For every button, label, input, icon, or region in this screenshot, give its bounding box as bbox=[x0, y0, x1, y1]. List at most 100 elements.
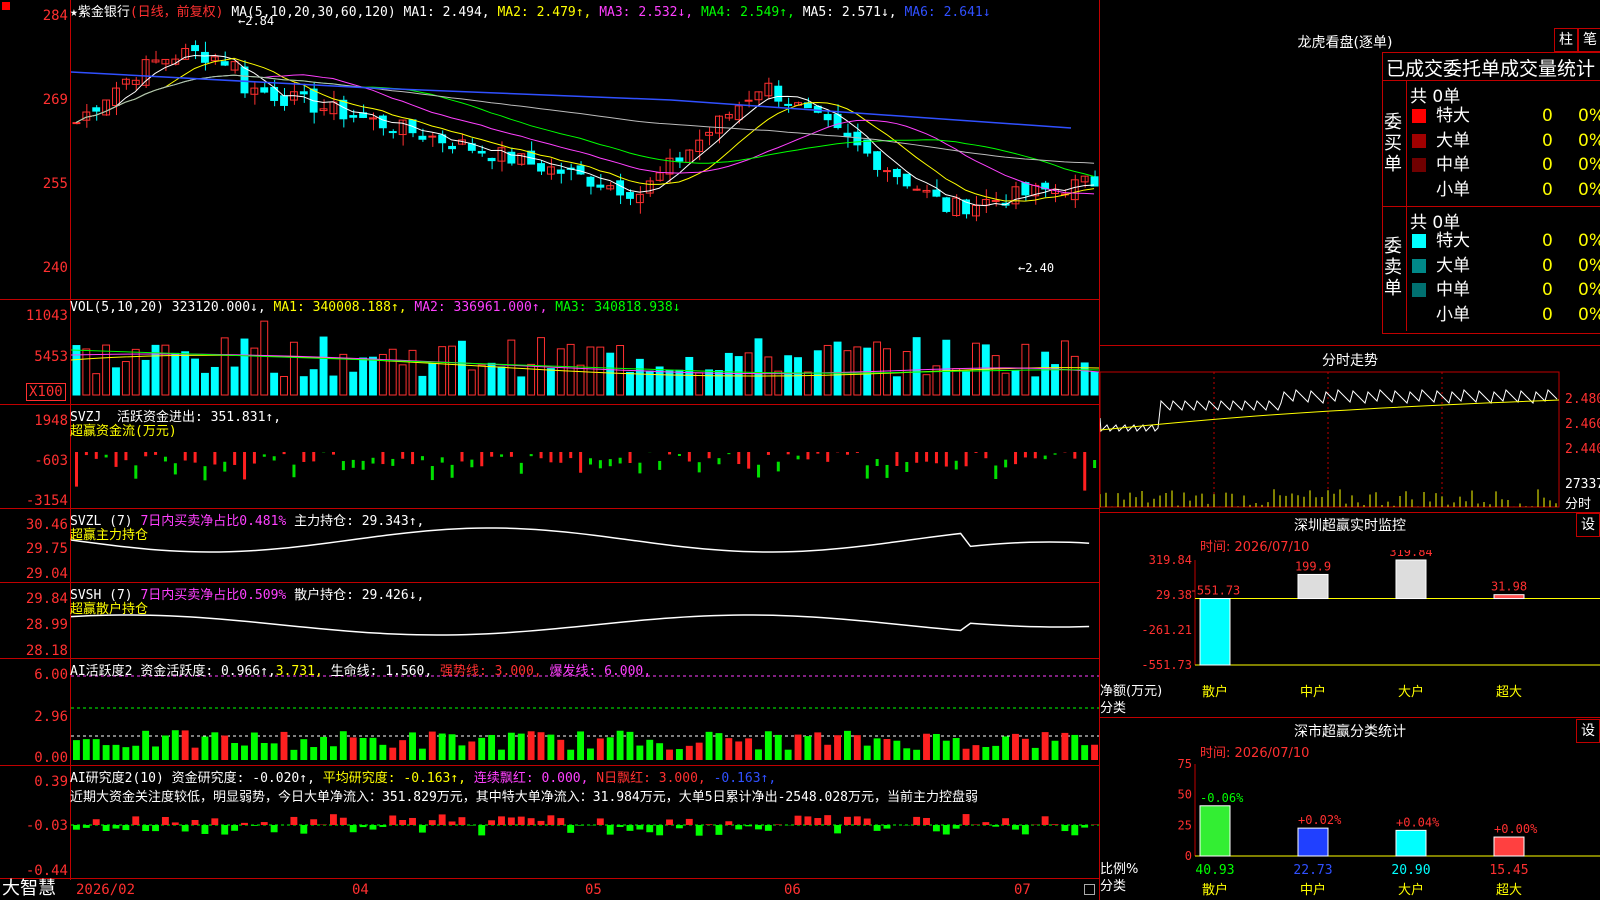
monitor-category: 超大 bbox=[1496, 685, 1522, 700]
activity-bar bbox=[250, 732, 258, 760]
research-bar bbox=[488, 820, 496, 825]
flow-bar bbox=[658, 460, 662, 470]
stats-change: +0.00% bbox=[1494, 822, 1538, 836]
candle bbox=[626, 192, 634, 199]
activity-bar bbox=[1012, 733, 1019, 760]
buy-orders-label: 委买单 bbox=[1384, 112, 1402, 175]
candlestick-chart[interactable] bbox=[71, 0, 1099, 880]
activity-bar bbox=[764, 731, 772, 760]
intraday-chart[interactable] bbox=[1100, 370, 1600, 510]
candle bbox=[1021, 182, 1030, 196]
research-bar bbox=[844, 816, 851, 825]
research-bar bbox=[675, 825, 683, 829]
intraday-vol-unit: 分时 bbox=[1565, 497, 1592, 512]
flow-bar bbox=[351, 459, 355, 468]
stats-settings-button[interactable]: 设 bbox=[1576, 719, 1600, 743]
volume-bar bbox=[201, 372, 209, 396]
volume-bar bbox=[873, 341, 882, 396]
flow-bar bbox=[361, 460, 365, 470]
volume-bar bbox=[289, 341, 298, 396]
flow-bar bbox=[500, 454, 504, 457]
volume-bar bbox=[319, 336, 328, 396]
research-bar bbox=[764, 825, 772, 831]
flow-bar bbox=[677, 453, 681, 456]
volume-bar bbox=[922, 374, 931, 396]
order-pct: 0% bbox=[1578, 106, 1600, 126]
research-bar bbox=[952, 825, 960, 829]
flow-bar bbox=[430, 466, 434, 481]
activity-bar bbox=[675, 749, 683, 760]
stats-bar-chart[interactable]: 75 50 25 0 -0.06% 40.93 散户 +0.02% 22.73 中户 +0.04% 2… bbox=[1100, 756, 1600, 900]
main-chart-area[interactable]: ★紫金银行(日线，前复权) MA(5,10,20,30,60,120) MA1:… bbox=[0, 0, 1100, 900]
activity-bar bbox=[942, 740, 950, 760]
research-bar bbox=[804, 816, 812, 825]
candle bbox=[191, 45, 200, 52]
flow-bar bbox=[529, 454, 533, 457]
flow-bar bbox=[865, 465, 869, 479]
tick-mode-button[interactable]: 笔 bbox=[1578, 28, 1600, 52]
flow-bar bbox=[737, 452, 741, 465]
bar-mode-button[interactable]: 柱 bbox=[1554, 28, 1578, 52]
candle bbox=[448, 145, 457, 150]
date-tick: 2026/02 bbox=[76, 882, 136, 898]
volume-bar bbox=[685, 356, 694, 396]
stats-ytick: 25 bbox=[1178, 818, 1192, 832]
volume-bar bbox=[546, 368, 555, 396]
activity-bar bbox=[349, 737, 357, 760]
volume-bar bbox=[141, 359, 150, 396]
research-bar bbox=[794, 815, 802, 825]
volume-bar bbox=[596, 346, 605, 396]
vol-title: VOL(5,10,20) bbox=[70, 300, 164, 315]
high-note-value: 2.84 bbox=[245, 14, 275, 28]
vol-unit[interactable]: X100 bbox=[26, 383, 66, 401]
order-row: 中单 0 0% bbox=[1412, 153, 1600, 177]
activity-bar bbox=[379, 744, 387, 760]
ma-list: MA1: 2.494, MA2: 2.479↑, MA3: 2.532↓, MA… bbox=[404, 5, 991, 20]
flow-bar bbox=[628, 452, 632, 463]
volume-bar bbox=[191, 358, 200, 396]
ai-research-title: AI研究度2(10) bbox=[70, 771, 164, 786]
research-bar bbox=[161, 816, 169, 825]
volume-bar bbox=[754, 338, 763, 396]
ai-active-label5: 爆发线: 6.000, bbox=[549, 664, 652, 679]
activity-bar bbox=[923, 733, 930, 760]
volume-bar bbox=[981, 344, 990, 396]
monitor-category: 散户 bbox=[1202, 684, 1228, 700]
svzj-ytick: -603 bbox=[34, 453, 68, 469]
activity-bar bbox=[221, 735, 229, 760]
corner-marker bbox=[2, 2, 10, 10]
activity-bar bbox=[863, 745, 871, 760]
activity-bar bbox=[102, 745, 110, 760]
activity-bar bbox=[656, 743, 664, 760]
research-bar bbox=[932, 825, 940, 832]
candle bbox=[477, 150, 486, 154]
order-count: 0 bbox=[1542, 106, 1553, 126]
activity-bar bbox=[774, 734, 782, 760]
monitor-bar-chart[interactable]: 319.84 29.38 -261.21 -551.73 -551.73 散户 199.9 中… bbox=[1100, 550, 1600, 715]
flow-bar bbox=[875, 459, 879, 467]
lock-icon[interactable] bbox=[1084, 884, 1095, 895]
research-bar bbox=[1071, 825, 1079, 836]
flow-bar bbox=[262, 454, 266, 457]
research-bar bbox=[339, 817, 347, 825]
brand-logo[interactable]: 大智慧 bbox=[2, 878, 56, 900]
candle bbox=[616, 180, 625, 196]
divider bbox=[1382, 206, 1600, 207]
monitor-settings-button[interactable]: 设 bbox=[1576, 513, 1600, 537]
activity-bar bbox=[834, 735, 841, 760]
ma-value-3: MA3: 2.532↓, bbox=[599, 5, 701, 20]
ai-active-label2: 3.731, bbox=[275, 664, 323, 679]
intraday-price-line bbox=[1100, 389, 1558, 433]
activity-bar bbox=[161, 735, 169, 760]
order-pct: 0% bbox=[1578, 304, 1600, 325]
legend-swatch bbox=[1412, 133, 1426, 148]
flow-bar bbox=[460, 452, 464, 462]
activity-bar bbox=[903, 748, 911, 760]
order-count: 0 bbox=[1542, 155, 1553, 175]
activity-bar bbox=[1041, 732, 1049, 760]
candle bbox=[378, 115, 387, 129]
candle bbox=[991, 199, 1000, 202]
ai-research-label1: 资金研究度: -0.020↑, bbox=[171, 771, 315, 786]
candle bbox=[299, 91, 308, 95]
research-bar bbox=[527, 818, 535, 825]
